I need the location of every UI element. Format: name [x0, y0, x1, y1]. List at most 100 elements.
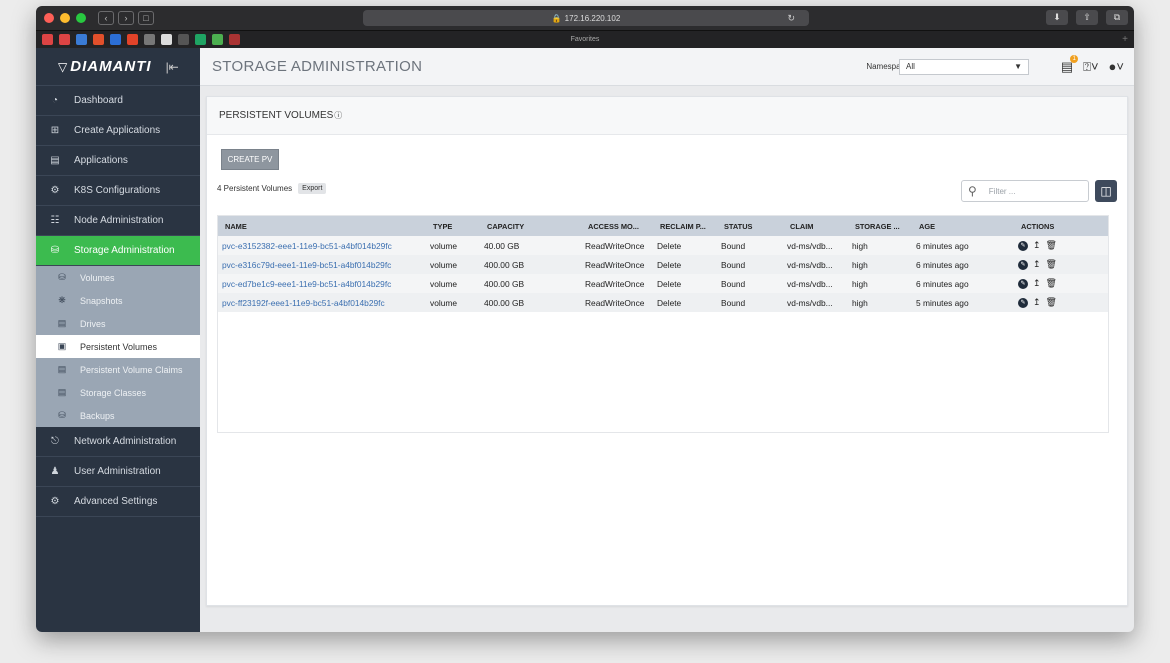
- column-header-capacity[interactable]: CAPACITY: [480, 216, 581, 236]
- column-header-age[interactable]: AGE: [912, 216, 1014, 236]
- edit-icon[interactable]: ✎: [1018, 278, 1028, 289]
- trash-icon[interactable]: 🗑: [1046, 278, 1057, 289]
- column-chooser-button[interactable]: ◫: [1095, 180, 1117, 202]
- reload-icon[interactable]: ↻: [787, 13, 795, 24]
- brand: ▽ DIAMANTI |⇤: [36, 48, 200, 86]
- cell-capacity: 40.00 GB: [480, 236, 581, 255]
- column-header-access-mode[interactable]: ACCESS MO...: [581, 216, 653, 236]
- sidebar-item-k8s-configurations[interactable]: ⚙ K8S Configurations: [36, 176, 200, 206]
- edit-icon[interactable]: ✎: [1018, 240, 1028, 251]
- users-icon: ♟: [50, 466, 60, 477]
- volume-name-link[interactable]: pvc-e3152382-eee1-11e9-bc51-a4bf014b29fc: [218, 236, 426, 255]
- column-header-name[interactable]: NAME: [218, 216, 426, 236]
- sidebar-toggle-icon[interactable]: □: [138, 11, 154, 25]
- info-icon[interactable]: ⓘ: [334, 110, 342, 121]
- maximize-window-icon[interactable]: [76, 13, 86, 23]
- list-icon: ▤: [50, 155, 60, 166]
- persistent-volumes-table: NAME TYPE CAPACITY ACCESS MO... RECLAIM …: [217, 215, 1109, 433]
- cell-status: Bound: [717, 274, 783, 293]
- upload-icon[interactable]: ↥: [1033, 297, 1041, 308]
- submenu-item-volumes[interactable]: ⛁ Volumes: [36, 266, 200, 289]
- submenu-item-drives[interactable]: ▤ Drives: [36, 312, 200, 335]
- url-text: 172.16.220.102: [564, 13, 621, 23]
- forward-icon[interactable]: ›: [118, 11, 134, 25]
- sidebar-item-label: K8S Configurations: [74, 185, 161, 196]
- back-icon[interactable]: ‹: [98, 11, 114, 25]
- cell-reclaim-policy: Delete: [653, 255, 717, 274]
- upload-icon[interactable]: ↥: [1033, 278, 1041, 289]
- new-tab-icon[interactable]: +: [1122, 34, 1128, 45]
- search-icon: ⚲: [968, 184, 977, 198]
- trash-icon[interactable]: 🗑: [1046, 240, 1057, 251]
- trash-icon[interactable]: 🗑: [1046, 297, 1057, 308]
- tabs-icon[interactable]: ⧉: [1106, 10, 1128, 25]
- namespace-select[interactable]: All ▼: [899, 58, 1029, 75]
- cell-age: 5 minutes ago: [912, 293, 1014, 312]
- sidebar-item-node-administration[interactable]: ☷ Node Administration: [36, 206, 200, 236]
- column-header-storage-class[interactable]: STORAGE ...: [848, 216, 912, 236]
- sidebar-item-user-administration[interactable]: ♟ User Administration: [36, 457, 200, 487]
- minimize-window-icon[interactable]: [60, 13, 70, 23]
- cell-claim: vd-ms/vdb...: [783, 293, 848, 312]
- sidebar-item-storage-administration[interactable]: ⛁ Storage Administration: [36, 236, 200, 266]
- collapse-sidebar-icon[interactable]: |⇤: [166, 60, 179, 74]
- cell-claim: vd-ms/vdb...: [783, 236, 848, 255]
- snapshot-icon: ❋: [58, 295, 66, 305]
- kubernetes-icon: ⚙: [50, 185, 60, 196]
- submenu-item-persistent-volume-claims[interactable]: ▤ Persistent Volume Claims: [36, 358, 200, 381]
- submenu-item-label: Backups: [80, 410, 115, 421]
- namespace-value: All: [906, 62, 915, 71]
- create-pv-button[interactable]: CREATE PV: [221, 149, 279, 170]
- submenu-item-persistent-volumes[interactable]: ▣ Persistent Volumes: [36, 335, 200, 358]
- volume-name-link[interactable]: pvc-e316c79d-eee1-11e9-bc51-a4bf014b29fc: [218, 255, 426, 274]
- columns-icon: ◫: [1100, 184, 1112, 198]
- sidebar-item-dashboard[interactable]: ◔ Dashboard: [36, 86, 200, 116]
- submenu-item-snapshots[interactable]: ❋ Snapshots: [36, 289, 200, 312]
- volume-name-link[interactable]: pvc-ff23192f-eee1-11e9-bc51-a4bf014b29fc: [218, 293, 426, 312]
- trash-icon[interactable]: 🗑: [1046, 259, 1057, 270]
- edit-icon[interactable]: ✎: [1018, 297, 1028, 308]
- cell-claim: vd-ms/vdb...: [783, 274, 848, 293]
- table-row: pvc-ed7be1c9-eee1-11e9-bc51-a4bf014b29fc…: [218, 274, 1108, 293]
- edit-icon[interactable]: ✎: [1018, 259, 1028, 270]
- sidebar-item-create-applications[interactable]: ⊞ Create Applications: [36, 116, 200, 146]
- user-avatar-icon[interactable]: ●˅: [1109, 59, 1124, 75]
- volume-name-link[interactable]: pvc-ed7be1c9-eee1-11e9-bc51-a4bf014b29fc: [218, 274, 426, 293]
- share-icon[interactable]: ⇧: [1076, 10, 1098, 25]
- download-icon[interactable]: ⬇: [1046, 10, 1068, 25]
- close-window-icon[interactable]: [44, 13, 54, 23]
- cell-reclaim-policy: Delete: [653, 236, 717, 255]
- browser-window: ‹ › □ 🔒 172.16.220.102 ↻ ⬇ ⇧ ⧉ Favorites…: [36, 6, 1134, 632]
- server-icon: ☷: [50, 215, 60, 226]
- volume-count: 4 Persistent Volumes Export: [217, 183, 327, 194]
- sidebar-item-label: Create Applications: [74, 125, 161, 136]
- column-header-claim[interactable]: CLAIM: [783, 216, 848, 236]
- submenu-item-backups[interactable]: ⛁ Backups: [36, 404, 200, 427]
- sidebar-item-advanced-settings[interactable]: ⚙ Advanced Settings: [36, 487, 200, 517]
- count-text: 4 Persistent Volumes: [217, 184, 293, 193]
- submenu-item-storage-classes[interactable]: ▤ Storage Classes: [36, 381, 200, 404]
- network-icon: ⎋: [51, 436, 59, 447]
- column-header-status[interactable]: STATUS: [717, 216, 783, 236]
- cell-status: Bound: [717, 293, 783, 312]
- sidebar: ▽ DIAMANTI |⇤ ◔ Dashboard ⊞ Create Applica…: [36, 48, 200, 632]
- column-header-type[interactable]: TYPE: [426, 216, 480, 236]
- sidebar-item-network-administration[interactable]: ⎋ Network Administration: [36, 427, 200, 457]
- sidebar-item-applications[interactable]: ▤ Applications: [36, 146, 200, 176]
- notifications-icon[interactable]: ▤ 1: [1061, 54, 1079, 75]
- submenu-item-label: Persistent Volumes: [80, 341, 158, 352]
- upload-icon[interactable]: ↥: [1033, 240, 1041, 251]
- browser-titlebar: ‹ › □ 🔒 172.16.220.102 ↻ ⬇ ⇧ ⧉: [36, 6, 1134, 30]
- column-header-reclaim-policy[interactable]: RECLAIM P...: [653, 216, 717, 236]
- help-icon[interactable]: ⍰˅: [1083, 59, 1098, 75]
- cell-type: volume: [426, 274, 480, 293]
- filter-input[interactable]: ⚲ Filter ...: [961, 180, 1089, 202]
- export-button[interactable]: Export: [298, 183, 327, 194]
- diamanti-logo-icon: ▽: [58, 59, 68, 74]
- page-header: STORAGE ADMINISTRATION Namespace All ▼ ▤…: [200, 48, 1134, 86]
- url-bar[interactable]: 🔒 172.16.220.102 ↻: [363, 10, 809, 26]
- cell-reclaim-policy: Delete: [653, 274, 717, 293]
- sidebar-item-label: Dashboard: [74, 95, 123, 106]
- upload-icon[interactable]: ↥: [1033, 259, 1041, 270]
- section-title: PERSISTENT VOLUMES: [219, 110, 334, 121]
